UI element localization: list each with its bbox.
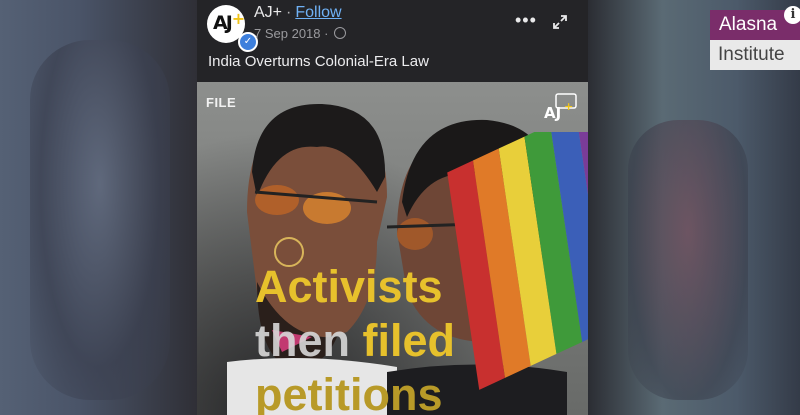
globe-icon — [334, 27, 347, 39]
avatar[interactable]: AJ+ ✓ — [207, 5, 258, 52]
post-date[interactable]: 7 Sep 2018 — [254, 26, 321, 41]
post-meta: 7 Sep 2018 · — [254, 26, 347, 41]
author-row: AJ+ · Follow — [254, 4, 342, 22]
svg-text:AJ: AJ — [544, 104, 561, 122]
video-player[interactable]: FILE AJ + Activists then filed petitions — [197, 82, 588, 415]
more-options-icon[interactable]: ••• — [515, 10, 537, 31]
overlay-word-filed: filed — [362, 315, 456, 366]
post-caption: India Overturns Colonial-Era Law — [208, 53, 429, 70]
file-footage-tag: FILE — [206, 95, 237, 110]
separator-dot: · — [286, 4, 292, 21]
meta-separator: · — [324, 26, 329, 41]
info-icon[interactable]: i — [784, 6, 800, 24]
overlay-caption-line-2: then filed — [255, 318, 555, 364]
expand-icon[interactable] — [552, 14, 568, 30]
facebook-post-card: AJ+ ✓ AJ+ · Follow 7 Sep 2018 · ••• India … — [197, 0, 588, 415]
post-header: AJ+ ✓ AJ+ · Follow 7 Sep 2018 · ••• India … — [197, 0, 588, 82]
overlay-word-then: then — [255, 315, 350, 366]
aj-plus-watermark-icon: AJ + — [544, 93, 577, 122]
author-name[interactable]: AJ+ — [254, 4, 282, 21]
overlay-caption-line-1: Activists — [255, 261, 443, 312]
aj-plus-logo: AJ+ — [213, 9, 245, 34]
follow-link[interactable]: Follow — [295, 4, 341, 21]
overlay-caption-line-3: petitions — [255, 369, 443, 415]
brand-name-bottom: Institute — [710, 40, 800, 70]
blurred-background-left — [0, 0, 197, 415]
svg-text:+: + — [564, 100, 573, 113]
